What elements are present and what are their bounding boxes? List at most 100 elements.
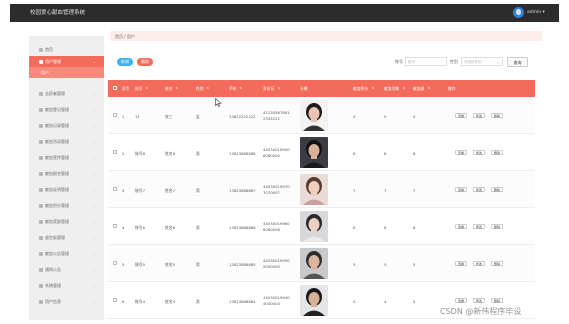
table-row[interactable]: 1 11 张三女 13822222222 41234567891 2345222 0 0 0 查看… (108, 97, 535, 134)
table-row[interactable]: 3 账号7 姓名7 男 13823888887 44030019970 7070007 7 7 7… (108, 171, 535, 208)
cell-phone: 13822222222 (229, 114, 256, 119)
view-row-button[interactable]: 查看 (455, 150, 467, 155)
delete-row-button[interactable]: 删除 (491, 113, 503, 118)
row-checkbox[interactable] (113, 113, 117, 117)
edit-row-button[interactable]: 修改 (473, 113, 485, 118)
user-menu[interactable]: admin ▾ (527, 10, 545, 15)
view-row-button[interactable]: 查看 (455, 187, 467, 192)
cell-phone: 13823888884 (229, 299, 256, 304)
edit-row-button[interactable]: 修改 (473, 298, 485, 303)
chevron-down-icon: ⌄ (92, 298, 96, 304)
edit-row-button[interactable]: 修改 (473, 150, 485, 155)
cell-idcard: 44030019940 (263, 295, 290, 300)
search-button[interactable]: 查询 (507, 57, 528, 67)
cell-score: 7 (353, 188, 356, 193)
sidebar-item[interactable]: 系统管理 ⌄ (29, 280, 104, 291)
sort-icon[interactable]: ⇅ (428, 86, 431, 90)
sidebar-item[interactable]: 志愿者管理 ⌄ (29, 88, 104, 99)
cell-times: 6 (384, 225, 387, 230)
sidebar-item[interactable]: 首页 (29, 44, 104, 55)
sort-icon[interactable]: ⇅ (403, 86, 406, 90)
row-checkbox[interactable] (113, 187, 117, 191)
column-header[interactable]: 姓名 (165, 86, 173, 92)
cell-index: 3 (122, 188, 125, 193)
delete-row-button[interactable]: 删除 (491, 298, 503, 303)
view-row-button[interactable]: 查看 (455, 298, 467, 303)
column-header[interactable]: 性别 (196, 86, 204, 92)
column-header[interactable]: 献血量 (413, 86, 424, 92)
sidebar-item[interactable]: 献血证明管理 ⌄ (29, 184, 104, 195)
row-checkbox[interactable] (113, 298, 117, 302)
sort-icon[interactable]: ⇅ (278, 86, 281, 90)
cell-idcard: 4040004 (263, 301, 280, 306)
sidebar-item[interactable]: 献血活动管理 ⌄ (29, 136, 104, 147)
table-row[interactable]: 5 账号5 姓名5 男 13823888885 44030019950 5050005 5 5 5… (108, 245, 535, 282)
sidebar-item[interactable]: 献血记录管理 ⌄ (29, 120, 104, 131)
delete-row-button[interactable]: 删除 (491, 224, 503, 229)
table-row[interactable]: 2 账号8 姓名8 男 13823888888 44030019900 8080000 8 8 8… (108, 134, 535, 171)
sidebar-subitem-user[interactable]: 用户 (29, 67, 104, 78)
type-filter-select[interactable]: 请选择性别 ⌄ (461, 57, 503, 66)
sidebar-item[interactable]: 用户管理 ⌄ (29, 56, 104, 67)
row-checkbox[interactable] (113, 150, 117, 154)
account-search-input[interactable]: 账号 (405, 57, 447, 66)
sidebar-item[interactable]: 献血报名管理 ⌄ (29, 168, 104, 179)
column-header[interactable]: 索引 (122, 86, 130, 92)
cell-idcard: 7070007 (263, 190, 280, 195)
sidebar-item[interactable]: 献血公告管理 ⌄ (29, 248, 104, 259)
avatar (300, 285, 328, 316)
user-avatar-icon[interactable] (513, 7, 524, 18)
add-button[interactable]: 新增 (117, 58, 133, 66)
cell-name: 姓名5 (165, 262, 176, 267)
cell-phone: 13823888888 (229, 151, 256, 156)
row-checkbox[interactable] (113, 224, 117, 228)
sidebar-item[interactable]: 用户信息 ⌄ (29, 296, 104, 307)
delete-row-button[interactable]: 删除 (491, 187, 503, 192)
delete-row-button[interactable]: 删除 (491, 150, 503, 155)
sidebar-item[interactable]: 献血登记管理 ⌄ (29, 104, 104, 115)
delete-button[interactable]: 删除 (137, 58, 153, 66)
chevron-down-icon: ⌄ (92, 90, 96, 96)
sidebar: 首页 用户管理 ⌄ 用户 志愿者管理 ⌄ 献血登记管理 ⌄ 献血记录管理 ⌄ 献血活动管理 ⌄ 献血宣传… (29, 36, 104, 320)
sidebar-item-label: 献血活动管理 (45, 139, 69, 144)
sidebar-item[interactable]: 献血积分管理 ⌄ (29, 200, 104, 211)
cell-score: 0 (353, 114, 356, 119)
column-header[interactable]: 手机 (229, 86, 237, 92)
sidebar-item[interactable]: 留言板管理 ⌄ (29, 232, 104, 243)
sort-icon[interactable]: ⇅ (145, 86, 148, 90)
delete-row-button[interactable]: 删除 (491, 261, 503, 266)
avatar (300, 248, 328, 279)
row-checkbox[interactable] (113, 261, 117, 265)
cell-phone: 13823888887 (229, 188, 256, 193)
view-row-button[interactable]: 查看 (455, 113, 467, 118)
edit-row-button[interactable]: 修改 (473, 224, 485, 229)
sort-icon[interactable]: ⇅ (175, 86, 178, 90)
edit-row-button[interactable]: 修改 (473, 187, 485, 192)
cell-amount: 0 (413, 114, 416, 119)
view-row-button[interactable]: 查看 (455, 261, 467, 266)
sidebar-item[interactable]: 献血奖励管理 ⌄ (29, 216, 104, 227)
sort-icon[interactable]: ⇅ (372, 86, 375, 90)
sidebar-item-label: 献血公告管理 (45, 251, 69, 256)
column-header[interactable]: 账号 (135, 86, 143, 92)
cell-times: 5 (384, 262, 387, 267)
column-header[interactable]: 身份证 (263, 86, 274, 92)
column-header[interactable]: 献血积分 (353, 86, 368, 92)
chevron-down-icon: ⌄ (92, 58, 96, 64)
sidebar-item-label: 献血积分管理 (45, 203, 69, 208)
sidebar-item-label: 献血奖励管理 (45, 219, 69, 224)
cell-index: 6 (122, 299, 125, 304)
chevron-down-icon: ⌄ (497, 60, 500, 64)
sidebar-item[interactable]: 献血宣传管理 ⌄ (29, 152, 104, 163)
sort-icon[interactable]: ⇅ (239, 86, 242, 90)
edit-row-button[interactable]: 修改 (473, 261, 485, 266)
sidebar-item[interactable]: 通知公告 ⌄ (29, 264, 104, 275)
sort-icon[interactable]: ⇅ (206, 86, 209, 90)
breadcrumb: 首页 / 用户 (110, 31, 542, 41)
table-row[interactable]: 4 账号6 姓名6 男 13823888886 44030019960 6060006 6 6 6… (108, 208, 535, 245)
column-header[interactable]: 献血次数 (384, 86, 399, 92)
cell-idcard: 44030019950 (263, 258, 290, 263)
select-all-checkbox[interactable] (113, 86, 117, 90)
sidebar-item-label: 用户信息 (45, 299, 61, 304)
view-row-button[interactable]: 查看 (455, 224, 467, 229)
